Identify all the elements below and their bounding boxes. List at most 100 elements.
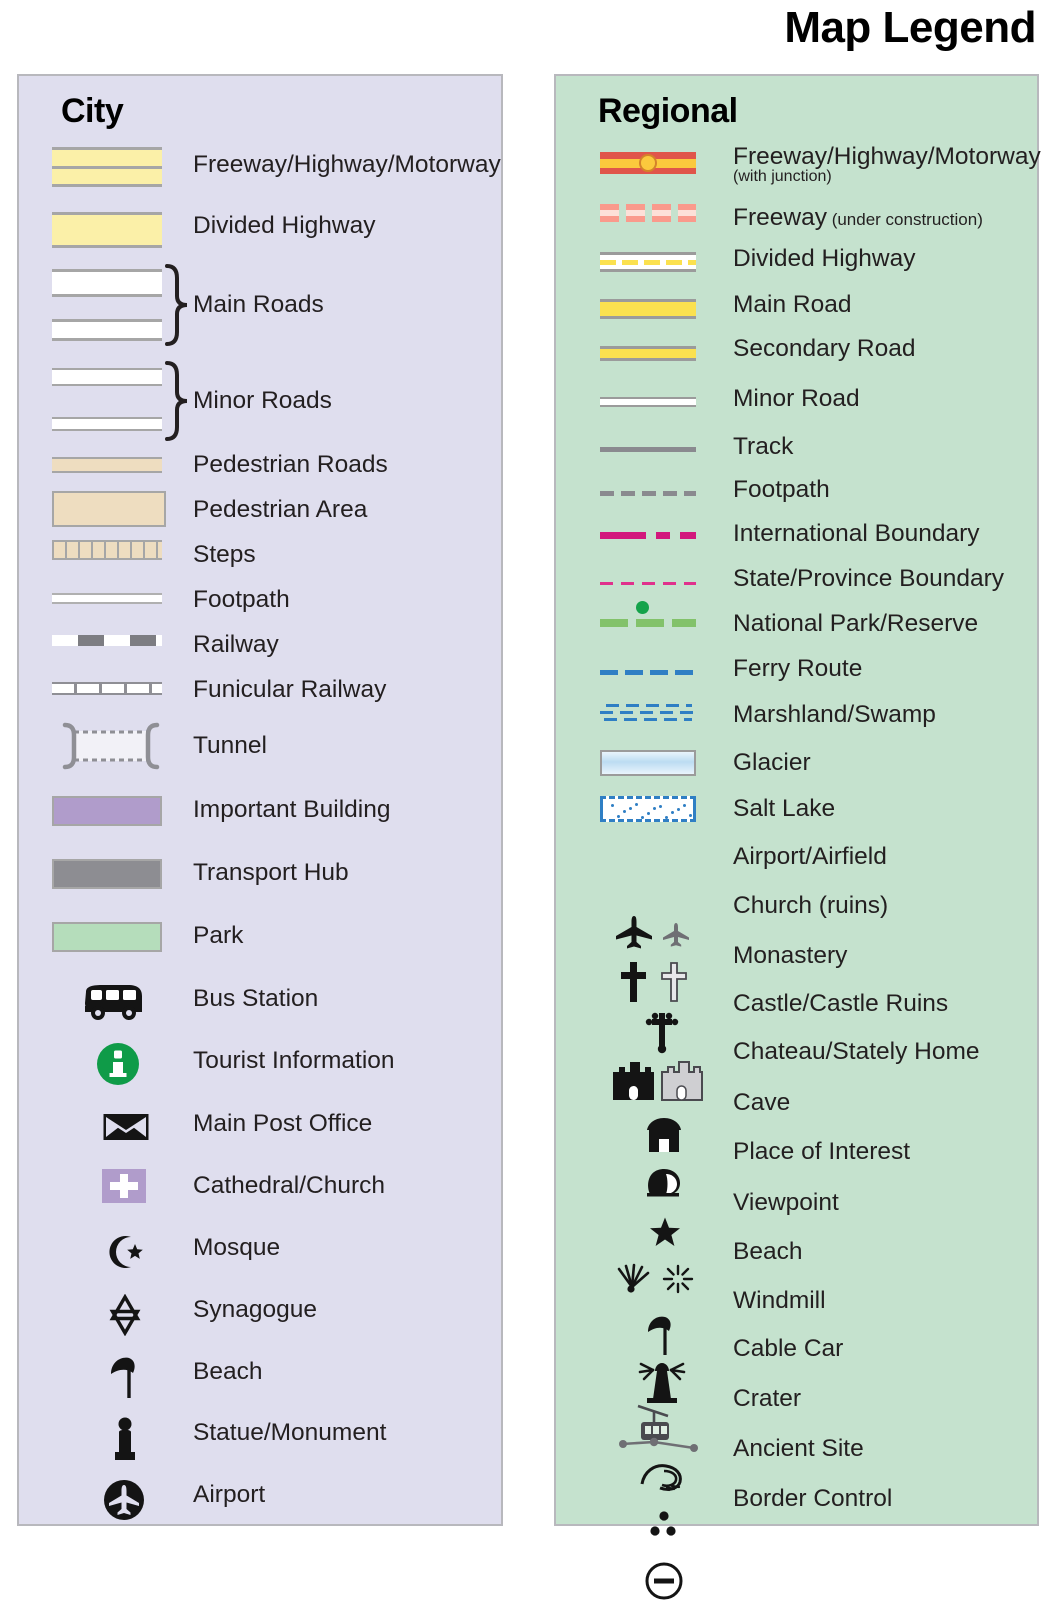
regional-label-salt-lake: Salt Lake	[733, 795, 836, 822]
city-label-beach: Beach	[193, 1358, 263, 1385]
ancient-site-dots-icon	[648, 1510, 682, 1540]
information-icon	[96, 1042, 140, 1086]
regional-label-monastery: Monastery	[733, 942, 848, 969]
regional-label-international-boundary: International Boundary	[733, 520, 980, 547]
regional-label-freeway-junction-main: Freeway/Highway/Motorway	[733, 143, 1041, 170]
city-symbol-tunnel	[59, 719, 163, 773]
regional-legend-panel: Regional Freeway/Highway/Motorway (with …	[554, 74, 1041, 1600]
city-symbol-pedestrian-roads	[52, 457, 162, 473]
airplane-pair-icon	[614, 914, 702, 952]
statue-icon	[112, 1416, 138, 1464]
crater-icon	[636, 1460, 688, 1494]
city-label-pedestrian-roads: Pedestrian Roads	[193, 451, 388, 478]
regional-symbol-international-boundary	[600, 532, 696, 539]
regional-label-freeway-junction-sub: (with junction)	[733, 167, 832, 185]
regional-label-windmill: Windmill	[733, 1287, 826, 1314]
beach-umbrella-icon	[105, 1354, 145, 1400]
city-symbol-freeway	[52, 147, 162, 187]
chateau-icon	[642, 1116, 686, 1154]
city-symbol-railway	[52, 635, 162, 646]
city-symbol-transport-hub	[52, 859, 162, 889]
city-symbol-steps	[52, 540, 162, 560]
regional-label-secondary-road: Secondary Road	[733, 335, 916, 362]
city-label-steps: Steps	[193, 541, 256, 568]
regional-label-track: Track	[733, 433, 794, 460]
regional-symbol-freeway-under-construction	[600, 204, 696, 222]
regional-symbol-secondary-road	[600, 346, 696, 361]
city-label-main-post-office: Main Post Office	[193, 1110, 373, 1137]
envelope-icon	[102, 1111, 150, 1143]
regional-label-state-boundary: State/Province Boundary	[733, 565, 1005, 592]
city-label-freeway: Freeway/Highway/Motorway	[193, 151, 501, 178]
regional-symbol-marshland	[600, 702, 696, 724]
regional-label-glacier: Glacier	[733, 749, 811, 776]
regional-label-footpath: Footpath	[733, 476, 830, 503]
star-of-david-icon	[104, 1294, 146, 1336]
city-label-railway: Railway	[193, 631, 279, 658]
regional-label-main-road: Main Road	[733, 291, 852, 318]
bus-icon	[82, 982, 146, 1022]
church-cross-icon	[102, 1169, 146, 1203]
city-symbol-minor-road-secondary	[52, 417, 162, 431]
city-symbol-minor-road-primary	[52, 368, 162, 386]
windmill-icon	[634, 1358, 690, 1406]
regional-label-freeway-sub: (under construction)	[831, 210, 983, 229]
regional-label-divided-highway: Divided Highway	[733, 245, 916, 272]
star-icon	[649, 1216, 681, 1248]
regional-label-freeway-under-construction: Freeway (under construction)	[733, 205, 983, 231]
regional-label-cave: Cave	[733, 1089, 791, 1116]
city-label-funicular-railway: Funicular Railway	[193, 676, 387, 703]
regional-label-border-control: Border Control	[733, 1485, 893, 1512]
city-symbol-main-road-primary	[52, 269, 162, 297]
regional-label-crater: Crater	[733, 1385, 802, 1412]
city-symbol-divided-highway	[52, 212, 162, 248]
city-symbol-important-building	[52, 796, 162, 826]
regional-symbol-footpath	[600, 491, 696, 496]
regional-label-cable-car: Cable Car	[733, 1335, 844, 1362]
regional-label-chateau: Chateau/Stately Home	[733, 1038, 980, 1065]
monastery-cross-icon	[642, 1010, 682, 1056]
city-symbol-pedestrian-area	[52, 491, 166, 527]
city-label-important-building: Important Building	[193, 796, 391, 823]
city-label-airport: Airport	[193, 1481, 266, 1508]
regional-label-church-ruins: Church (ruins)	[733, 892, 889, 919]
city-label-minor-roads: Minor Roads	[193, 387, 332, 414]
castle-pair-icon	[611, 1058, 703, 1102]
regional-label-ferry-route: Ferry Route	[733, 655, 863, 682]
city-label-divided-highway: Divided Highway	[193, 212, 376, 239]
city-symbol-funicular-railway	[52, 682, 162, 695]
regional-label-minor-road: Minor Road	[733, 385, 860, 412]
regional-label-marshland: Marshland/Swamp	[733, 701, 936, 728]
regional-symbol-track	[600, 447, 696, 452]
beach-umbrella-icon	[642, 1313, 682, 1357]
regional-label-ancient-site: Ancient Site	[733, 1435, 864, 1462]
airport-circle-icon	[102, 1478, 146, 1522]
regional-panel-heading: Regional	[598, 92, 738, 130]
city-label-statue-monument: Statue/Monument	[193, 1419, 387, 1446]
city-label-bus-station: Bus Station	[193, 985, 319, 1012]
city-legend-panel: City Freeway/Highway/Motorway Divided Hi…	[17, 74, 503, 1526]
city-label-tunnel: Tunnel	[193, 732, 268, 759]
city-label-transport-hub: Transport Hub	[193, 859, 349, 886]
city-label-park: Park	[193, 922, 244, 949]
city-label-tourist-information: Tourist Information	[193, 1047, 395, 1074]
regional-symbol-minor-road	[600, 397, 696, 407]
regional-label-viewpoint: Viewpoint	[733, 1189, 839, 1216]
regional-label-airport-airfield: Airport/Airfield	[733, 843, 887, 870]
crescent-star-icon	[104, 1231, 146, 1273]
city-symbol-footpath	[52, 593, 162, 604]
regional-symbol-salt-lake	[600, 796, 696, 822]
city-label-cathedral-church: Cathedral/Church	[193, 1172, 386, 1199]
regional-label-place-of-interest: Place of Interest	[733, 1138, 911, 1165]
regional-label-national-park: National Park/Reserve	[733, 610, 979, 637]
regional-symbol-glacier	[600, 750, 696, 776]
city-symbol-main-road-secondary	[52, 319, 162, 341]
city-symbol-park	[52, 922, 162, 952]
cave-icon	[642, 1164, 686, 1200]
city-label-main-roads: Main Roads	[193, 291, 324, 318]
city-label-footpath: Footpath	[193, 586, 290, 613]
regional-label-castle: Castle/Castle Ruins	[733, 990, 949, 1017]
border-control-icon	[643, 1560, 685, 1602]
regional-label-freeway-junction: Freeway/Highway/Motorway (with junction)	[733, 143, 1041, 185]
city-label-mosque: Mosque	[193, 1234, 281, 1261]
